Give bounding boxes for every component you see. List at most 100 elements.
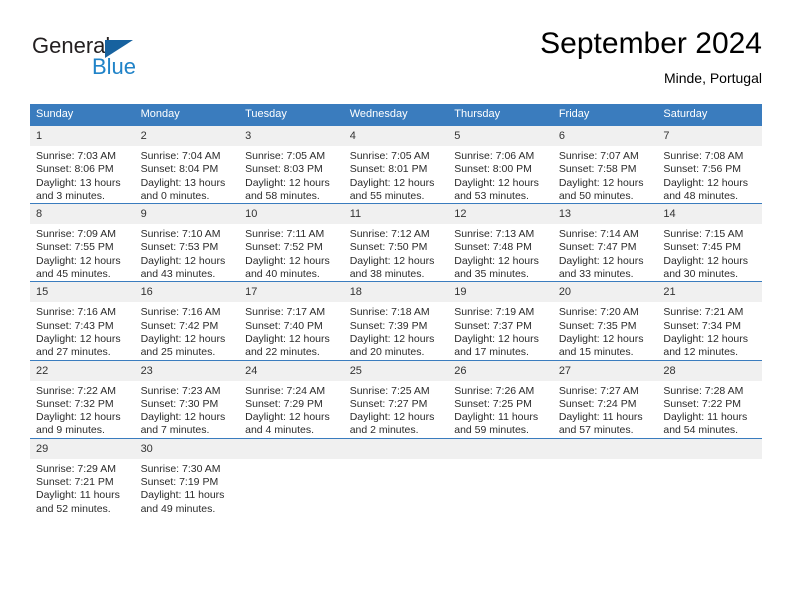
calendar-day-cell[interactable]: 20 Sunrise: 7:20 AM Sunset: 7:35 PM Dayligh… [552,281,658,361]
calendar-day-cell[interactable]: 27 Sunrise: 7:27 AM Sunset: 7:24 PM Dayligh… [552,359,658,439]
day-number: 26 [448,360,553,381]
calendar-table: Sunday Monday Tuesday Wednesday Thursday… [30,104,762,516]
calendar-day-cell[interactable]: 7 Sunrise: 7:08 AM Sunset: 7:56 PM Daylight… [657,126,762,204]
daylight-text-line1: Daylight: 12 hours [558,176,644,189]
calendar-day-cell[interactable]: 15 Sunrise: 7:16 AM Sunset: 7:43 PM Dayligh… [30,281,135,361]
calendar-day-cell[interactable]: 29 Sunrise: 7:29 AM Sunset: 7:21 PM Dayligh… [30,437,135,516]
calendar-day-cell[interactable]: 6 Sunrise: 7:07 AM Sunset: 7:58 PM Daylight… [552,126,658,204]
calendar-day-cell[interactable]: 2 Sunrise: 7:04 AM Sunset: 8:04 PM Daylight… [134,126,240,204]
daylight-text-line2: and 9 minutes. [36,424,105,437]
calendar-day-cell[interactable]: 23 Sunrise: 7:23 AM Sunset: 7:30 PM Dayligh… [134,359,240,439]
day-number: 29 [30,438,135,459]
calendar-day-cell[interactable]: 26 Sunrise: 7:26 AM Sunset: 7:25 PM Dayligh… [448,359,553,439]
calendar-day-cell[interactable]: 4 Sunrise: 7:05 AM Sunset: 8:01 PM Daylight… [343,126,449,204]
daylight-text-line2: and 52 minutes. [36,502,111,515]
sunrise-text: Sunrise: 7:04 AM [140,150,221,162]
day-info: Sunrise: 7:07 AM Sunset: 7:58 PM Daylight:… [553,146,658,203]
daylight-text-line2: and 49 minutes. [140,502,216,515]
daylight-text-line1: Daylight: 12 hours [349,176,435,189]
calendar-day-cell[interactable]: 16 Sunrise: 7:16 AM Sunset: 7:42 PM Dayligh… [134,281,240,361]
calendar-day-cell[interactable]: 21 Sunrise: 7:21 AM Sunset: 7:34 PM Dayligh… [657,281,762,361]
day-info: Sunrise: 7:24 AM Sunset: 7:29 PM Daylight:… [239,381,344,438]
day-info: Sunrise: 7:23 AM Sunset: 7:30 PM Daylight:… [135,381,240,438]
sunset-text: Sunset: 8:04 PM [140,163,219,176]
sunset-text: Sunset: 7:58 PM [558,163,637,176]
day-number: 30 [134,438,240,459]
sunset-text: Sunset: 7:21 PM [36,476,114,489]
day-info: Sunrise: 7:17 AM Sunset: 7:40 PM Daylight:… [239,302,344,359]
sunrise-text: Sunrise: 7:08 AM [663,150,744,162]
daylight-text-line2: and 50 minutes. [558,189,634,202]
day-info: Sunrise: 7:22 AM Sunset: 7:32 PM Daylight:… [30,381,135,438]
calendar-day-cell[interactable]: 19 Sunrise: 7:19 AM Sunset: 7:37 PM Dayligh… [448,281,553,361]
day-number: 14 [657,204,762,225]
daylight-text-line1: Daylight: 11 hours [663,411,748,424]
title-block: September 2024 Minde, Portugal [540,26,762,88]
day-number: 18 [343,282,449,303]
day-info: Sunrise: 7:18 AM Sunset: 7:39 PM Daylight:… [344,302,449,359]
sunrise-text: Sunrise: 7:10 AM [140,228,221,241]
day-number: 4 [343,126,449,146]
sunrise-text: Sunrise: 7:06 AM [454,150,535,162]
sunrise-text: Sunrise: 7:30 AM [140,462,221,475]
calendar-day-cell[interactable]: 24 Sunrise: 7:24 AM Sunset: 7:29 PM Dayligh… [239,359,344,439]
sunrise-text: Sunrise: 7:16 AM [36,306,116,319]
calendar-day-cell[interactable]: 28 Sunrise: 7:28 AM Sunset: 7:22 PM Dayligh… [657,359,762,439]
sunrise-text: Sunrise: 7:25 AM [349,384,430,397]
day-number: 8 [30,204,135,225]
daylight-text-line2: and 20 minutes. [349,346,425,359]
day-number: 27 [552,360,658,381]
calendar-day-cell[interactable]: 18 Sunrise: 7:18 AM Sunset: 7:39 PM Dayligh… [343,281,449,361]
daylight-text-line2: and 2 minutes. [349,424,419,437]
sunset-text: Sunset: 7:39 PM [349,319,428,332]
calendar-day-cell[interactable]: 30 Sunrise: 7:30 AM Sunset: 7:19 PM Dayligh… [134,437,240,516]
daylight-text-line2: and 59 minutes. [454,424,529,437]
calendar-day-cell-empty [239,437,344,516]
calendar-day-cell[interactable]: 22 Sunrise: 7:22 AM Sunset: 7:32 PM Dayligh… [30,359,135,439]
calendar-day-cell[interactable]: 1 Sunrise: 7:03 AM Sunset: 8:06 PM Daylight… [30,126,135,204]
day-number: 7 [657,126,762,146]
day-number [239,438,344,459]
weekday-header-thursday: Thursday [448,104,553,126]
daylight-text-line1: Daylight: 11 hours [140,489,225,502]
sunset-text: Sunset: 8:06 PM [36,163,114,176]
daylight-text-line2: and 17 minutes. [454,346,529,359]
calendar-day-cell[interactable]: 10 Sunrise: 7:11 AM Sunset: 7:52 PM Dayligh… [239,203,344,282]
calendar-day-cell[interactable]: 9 Sunrise: 7:10 AM Sunset: 7:53 PM Daylight… [134,203,240,282]
sunset-text: Sunset: 8:03 PM [245,163,323,176]
day-info: Sunrise: 7:08 AM Sunset: 7:56 PM Daylight:… [657,146,762,203]
brand-logo[interactable]: General Blue [32,34,232,90]
day-info: Sunrise: 7:10 AM Sunset: 7:53 PM Daylight:… [135,224,240,281]
calendar-day-cell[interactable]: 12 Sunrise: 7:13 AM Sunset: 7:48 PM Dayligh… [448,203,553,282]
daylight-text-line1: Daylight: 11 hours [36,489,120,502]
weekday-header-monday: Monday [134,104,240,126]
sunset-text: Sunset: 7:27 PM [349,397,428,410]
day-info: Sunrise: 7:06 AM Sunset: 8:00 PM Daylight:… [448,146,553,203]
daylight-text-line1: Daylight: 12 hours [663,254,749,267]
day-number: 10 [239,204,344,225]
calendar-day-cell[interactable]: 5 Sunrise: 7:06 AM Sunset: 8:00 PM Daylight… [448,126,553,204]
sunrise-text: Sunrise: 7:05 AM [349,150,430,162]
calendar-day-cell[interactable]: 3 Sunrise: 7:05 AM Sunset: 8:03 PM Daylight… [239,126,344,204]
calendar-week-row: 29 Sunrise: 7:29 AM Sunset: 7:21 PM Dayligh… [30,437,762,516]
calendar-day-cell[interactable]: 13 Sunrise: 7:14 AM Sunset: 7:47 PM Dayligh… [552,203,658,282]
daylight-text-line1: Daylight: 12 hours [663,332,749,345]
sunrise-text: Sunrise: 7:15 AM [663,228,744,241]
calendar-day-cell[interactable]: 17 Sunrise: 7:17 AM Sunset: 7:40 PM Dayligh… [239,281,344,361]
day-number: 9 [134,204,240,225]
sunset-text: Sunset: 7:42 PM [140,319,219,332]
day-number: 22 [30,360,135,381]
daylight-text-line1: Daylight: 12 hours [36,332,121,345]
day-info: Sunrise: 7:20 AM Sunset: 7:35 PM Daylight:… [553,302,658,359]
calendar-day-cell[interactable]: 14 Sunrise: 7:15 AM Sunset: 7:45 PM Dayligh… [657,203,762,282]
day-number: 16 [134,282,240,303]
sunrise-text: Sunrise: 7:18 AM [349,306,430,319]
day-number [448,438,553,459]
day-info: Sunrise: 7:30 AM Sunset: 7:19 PM Daylight:… [135,459,240,516]
calendar-day-cell[interactable]: 25 Sunrise: 7:25 AM Sunset: 7:27 PM Dayligh… [343,359,449,439]
calendar-day-cell[interactable]: 11 Sunrise: 7:12 AM Sunset: 7:50 PM Dayligh… [343,203,449,282]
calendar-day-cell-empty [552,437,658,516]
sunrise-text: Sunrise: 7:09 AM [36,228,116,241]
daylight-text-line2: and 35 minutes. [454,268,529,281]
calendar-day-cell[interactable]: 8 Sunrise: 7:09 AM Sunset: 7:55 PM Daylight… [30,203,135,282]
